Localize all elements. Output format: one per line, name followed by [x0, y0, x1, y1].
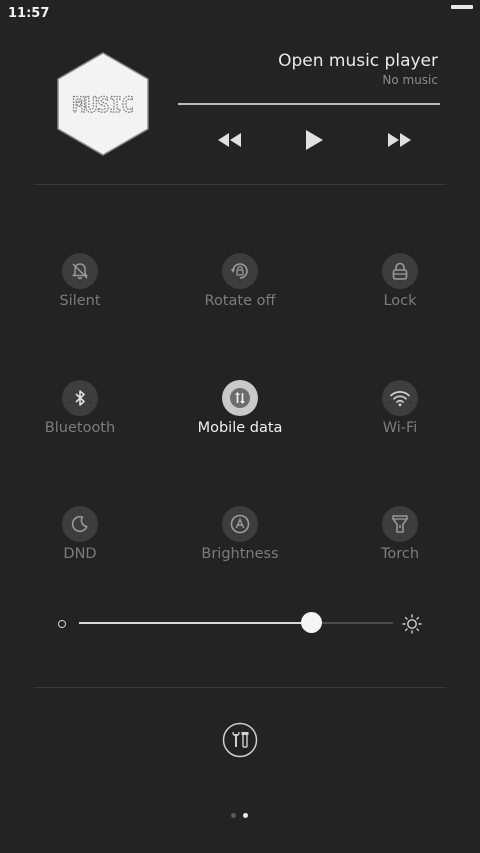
mobile-data-icon: [230, 388, 250, 408]
toggle-bluetooth-label: Bluetooth: [44, 420, 116, 436]
fast-forward-icon: [388, 133, 411, 147]
divider-bottom: [34, 687, 446, 688]
status-time: 11:57: [8, 6, 50, 21]
page-dot-1[interactable]: [231, 813, 236, 818]
music-progress-bar[interactable]: [178, 103, 440, 105]
brightness-low-icon: [58, 620, 66, 628]
moon-icon: [71, 515, 88, 533]
music-logo[interactable]: MUSIC: [55, 50, 151, 158]
play-button[interactable]: [296, 126, 332, 154]
toggle-wifi[interactable]: Wi-Fi: [330, 380, 470, 450]
status-bar: 11:57: [0, 0, 480, 28]
toggle-rotate-circle: [222, 253, 258, 289]
toggle-brightness-circle: [222, 506, 258, 542]
toggle-bluetooth[interactable]: Bluetooth: [10, 380, 150, 450]
toggle-mobile-data[interactable]: Mobile data: [170, 380, 310, 450]
tools-icon: [222, 722, 258, 758]
play-icon: [306, 130, 323, 150]
divider-top: [34, 184, 446, 185]
page-indicator: [229, 813, 251, 819]
settings-button[interactable]: [222, 722, 258, 758]
toggle-mobile-data-circle: [222, 380, 258, 416]
toggle-mobile-data-label: Mobile data: [197, 420, 283, 436]
toggle-bluetooth-circle: [62, 380, 98, 416]
toggle-wifi-label: Wi-Fi: [382, 420, 418, 436]
toggle-torch-circle: [382, 506, 418, 542]
toggle-rotate-label: Rotate off: [204, 293, 276, 309]
page-dot-2[interactable]: [243, 813, 248, 818]
toggle-torch[interactable]: Torch: [330, 506, 470, 576]
rotate-lock-icon: [231, 263, 248, 279]
music-logo-text: MUSIC: [73, 93, 134, 117]
toggle-rotate[interactable]: Rotate off: [170, 253, 310, 323]
fast-forward-button[interactable]: [381, 126, 417, 154]
brightness-slider-fill: [79, 622, 312, 624]
toggle-dnd[interactable]: DND: [10, 506, 150, 576]
toggle-lock-label: Lock: [383, 293, 417, 309]
wifi-icon: [390, 391, 410, 407]
brightness-high-icon: [402, 614, 422, 634]
torch-icon: [392, 515, 408, 533]
bell-off-icon: [72, 263, 88, 280]
rewind-icon: [218, 133, 241, 147]
toggle-brightness-label: Brightness: [201, 546, 279, 562]
lock-icon: [392, 262, 408, 280]
bluetooth-icon: [75, 390, 85, 406]
toggle-wifi-circle: [382, 380, 418, 416]
music-player-title[interactable]: Open music player: [278, 51, 438, 71]
toggle-torch-label: Torch: [380, 546, 420, 562]
music-logo-hexagon: MUSIC: [57, 52, 149, 156]
auto-brightness-icon: [230, 514, 250, 534]
brightness-slider-thumb[interactable]: [300, 612, 322, 633]
music-status: No music: [382, 73, 438, 87]
toggle-silent[interactable]: Silent: [10, 253, 150, 323]
rewind-button[interactable]: [212, 126, 248, 154]
toggle-dnd-circle: [62, 506, 98, 542]
toggle-dnd-label: DND: [63, 546, 97, 562]
toggle-lock-circle: [382, 253, 418, 289]
toggle-lock[interactable]: Lock: [330, 253, 470, 323]
brightness-slider-track[interactable]: [79, 622, 393, 624]
toggle-brightness[interactable]: Brightness: [170, 506, 310, 576]
toggle-silent-label: Silent: [59, 293, 101, 309]
toggle-silent-circle: [62, 253, 98, 289]
battery-icon: [451, 5, 473, 9]
